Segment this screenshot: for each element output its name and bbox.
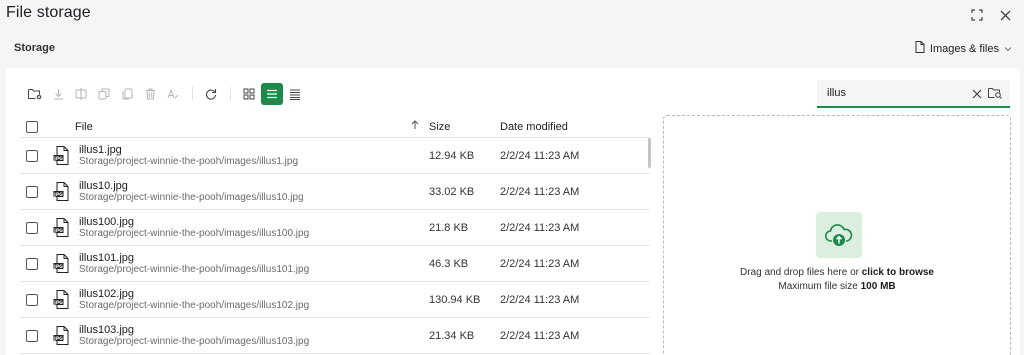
toolbar-divider xyxy=(192,87,193,101)
file-path: Storage/project-winnie-the-pooh/images/i… xyxy=(79,263,310,275)
table-row[interactable]: JPG illus103.jpg Storage/project-winnie-th… xyxy=(20,318,650,354)
file-size: 130.94 KB xyxy=(429,293,481,306)
drop-zone[interactable]: Drag and drop files here or click to bro… xyxy=(663,115,1011,355)
details-view-icon[interactable] xyxy=(284,83,306,105)
drop-instructions: Drag and drop files here or click to bro… xyxy=(664,266,1010,294)
row-checkbox[interactable] xyxy=(26,185,38,198)
fullscreen-icon[interactable] xyxy=(970,8,984,22)
table-row[interactable]: JPG illus10.jpg Storage/project-winnie-the… xyxy=(20,174,650,210)
column-file-label: File xyxy=(75,120,93,133)
file-path: Storage/project-winnie-the-pooh/images/i… xyxy=(79,155,299,167)
new-folder-icon[interactable] xyxy=(24,83,46,105)
svg-text:JPG: JPG xyxy=(53,300,63,306)
file-path: Storage/project-winnie-the-pooh/images/i… xyxy=(79,227,310,239)
file-size: 12.94 KB xyxy=(429,149,475,162)
window-controls xyxy=(970,8,1012,22)
column-date[interactable]: Date modified xyxy=(500,121,620,133)
file-date: 2/2/24 11:23 AM xyxy=(500,149,580,162)
copy-icon[interactable] xyxy=(93,83,115,105)
file-path: Storage/project-winnie-the-pooh/images/i… xyxy=(79,299,310,311)
upload-cloud-icon xyxy=(816,212,862,258)
svg-text:JPG: JPG xyxy=(53,156,63,162)
scrollbar[interactable] xyxy=(648,138,651,168)
file-name[interactable]: illus103.jpg xyxy=(79,324,309,336)
svg-text:JPG: JPG xyxy=(53,228,63,234)
file-panel: File Size Date modified JPGillus1.jpgSto… xyxy=(6,68,1020,355)
file-date: 2/2/24 11:23 AM xyxy=(500,293,580,306)
row-checkbox[interactable] xyxy=(26,221,38,234)
max-size-label: Maximum file size xyxy=(778,281,861,292)
drop-text: Drag and drop files here or xyxy=(740,267,862,278)
svg-text:JPG: JPG xyxy=(53,192,63,198)
file-size: 21.34 KB xyxy=(429,329,475,342)
jpg-file-icon: JPG xyxy=(53,253,71,274)
search-folder-icon[interactable] xyxy=(988,86,1002,104)
close-icon[interactable] xyxy=(998,8,1012,22)
breadcrumb[interactable]: Storage xyxy=(14,42,55,54)
search-field[interactable] xyxy=(817,80,1010,108)
duplicate-icon[interactable] xyxy=(116,83,138,105)
file-name[interactable]: illus1.jpg xyxy=(79,144,298,156)
toolbar xyxy=(24,83,307,105)
table-row[interactable]: JPG illus100.jpg Storage/project-winnie-th… xyxy=(20,210,650,246)
browse-link[interactable]: click to browse xyxy=(862,267,934,278)
toolbar-divider xyxy=(230,87,231,101)
search-input[interactable] xyxy=(817,87,957,99)
sort-ascending-icon xyxy=(411,119,419,133)
row-checkbox[interactable] xyxy=(26,149,38,162)
file-date: 2/2/24 11:23 AM xyxy=(500,185,580,198)
clear-search-icon[interactable] xyxy=(972,86,982,104)
list-view-icon[interactable] xyxy=(261,83,283,105)
file-name[interactable]: illus10.jpg xyxy=(79,180,304,192)
grid-view-icon[interactable] xyxy=(238,83,260,105)
jpg-file-icon: JPG xyxy=(53,145,71,166)
table-row[interactable]: JPG illus1.jpg Storage/project-winnie-the-… xyxy=(20,138,650,174)
file-size: 33.02 KB xyxy=(429,185,475,198)
refresh-icon[interactable] xyxy=(200,83,222,105)
window-title: File storage xyxy=(6,4,91,21)
table-header: File Size Date modified xyxy=(20,116,650,138)
jpg-file-icon: JPG xyxy=(53,289,71,310)
rename-icon[interactable] xyxy=(162,83,184,105)
svg-text:JPG: JPG xyxy=(53,336,63,342)
jpg-file-icon: JPG xyxy=(53,325,71,346)
table-row[interactable]: JPG illus101.jpg Storage/project-winnie-th… xyxy=(20,246,650,282)
file-table: File Size Date modified JPG illus1.jpg Sto… xyxy=(20,116,650,354)
file-path: Storage/project-winnie-the-pooh/images/i… xyxy=(79,191,304,203)
chevron-down-icon xyxy=(1004,43,1012,55)
file-name[interactable]: illus101.jpg xyxy=(79,252,309,264)
max-size-value: 100 MB xyxy=(860,281,896,292)
file-size: 21.8 KB xyxy=(429,221,469,234)
file-date: 2/2/24 11:23 AM xyxy=(500,329,580,342)
row-checkbox[interactable] xyxy=(26,293,38,306)
download-icon[interactable] xyxy=(47,83,69,105)
move-icon[interactable] xyxy=(70,83,92,105)
scope-dropdown[interactable]: Images & files xyxy=(915,41,1012,56)
file-date: 2/2/24 11:23 AM xyxy=(500,257,580,270)
table-row[interactable]: JPG illus102.jpg Storage/project-winnie-th… xyxy=(20,282,650,318)
file-path: Storage/project-winnie-the-pooh/images/i… xyxy=(79,335,310,347)
row-checkbox[interactable] xyxy=(26,257,38,270)
scope-label: Images & files xyxy=(929,42,999,55)
file-name[interactable]: illus100.jpg xyxy=(79,216,309,228)
column-size[interactable]: Size xyxy=(429,121,500,133)
delete-icon[interactable] xyxy=(139,83,161,105)
file-name[interactable]: illus102.jpg xyxy=(79,288,309,300)
column-file[interactable]: File xyxy=(75,119,429,133)
table-body: JPG illus1.jpg Storage/project-winnie-the-… xyxy=(20,138,650,354)
svg-text:JPG: JPG xyxy=(53,264,63,270)
jpg-file-icon: JPG xyxy=(53,217,71,238)
select-all-checkbox[interactable] xyxy=(26,120,38,133)
jpg-file-icon: JPG xyxy=(53,181,71,202)
file-icon xyxy=(915,41,925,56)
row-checkbox[interactable] xyxy=(26,329,38,342)
file-size: 46.3 KB xyxy=(429,257,469,270)
file-date: 2/2/24 11:23 AM xyxy=(500,221,580,234)
